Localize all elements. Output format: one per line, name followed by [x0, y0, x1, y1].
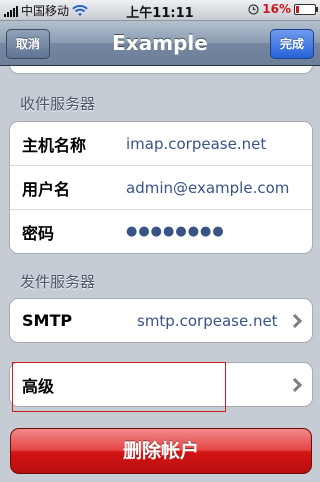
advanced-row[interactable]: 高级	[10, 363, 312, 406]
advanced-label: 高级	[22, 376, 55, 396]
incoming-server-group: 主机名称 imap.corpease.net 用户名 admin@example…	[9, 121, 313, 254]
previous-group-fragment	[9, 66, 313, 74]
username-label: 用户名	[22, 179, 71, 199]
smtp-row[interactable]: SMTP smtp.corpease.net	[10, 299, 312, 342]
battery-icon	[294, 3, 318, 15]
advanced-group: 高级	[9, 362, 313, 407]
navigation-bar: 取消 Example 完成	[0, 21, 320, 66]
delete-account-button[interactable]: 删除帐户	[10, 428, 312, 474]
smtp-label: SMTP	[22, 311, 73, 330]
password-value[interactable]: ●●●●●●●●	[126, 224, 225, 239]
host-name-label: 主机名称	[22, 135, 87, 155]
alarm-icon	[248, 3, 259, 15]
password-row[interactable]: 密码 ●●●●●●●●	[10, 209, 312, 253]
password-label: 密码	[22, 223, 55, 243]
settings-content[interactable]: 收件服务器 主机名称 imap.corpease.net 用户名 admin@e…	[0, 66, 320, 482]
host-name-row[interactable]: 主机名称 imap.corpease.net	[10, 122, 312, 165]
incoming-server-header: 收件服务器	[20, 95, 96, 113]
outgoing-server-group: SMTP smtp.corpease.net	[9, 298, 313, 343]
outgoing-server-header: 发件服务器	[20, 273, 96, 291]
done-button[interactable]: 完成	[269, 29, 314, 59]
status-bar: 中国移动 上午11:11 16%	[0, 0, 320, 21]
smtp-value: smtp.corpease.net	[137, 311, 278, 330]
host-name-value[interactable]: imap.corpease.net	[126, 135, 266, 153]
status-right: 16%	[248, 2, 318, 16]
username-row[interactable]: 用户名 admin@example.com	[10, 165, 312, 209]
chevron-right-icon	[287, 377, 303, 392]
battery-percent: 16%	[262, 2, 291, 16]
chevron-right-icon	[287, 313, 303, 328]
username-value[interactable]: admin@example.com	[126, 179, 289, 197]
